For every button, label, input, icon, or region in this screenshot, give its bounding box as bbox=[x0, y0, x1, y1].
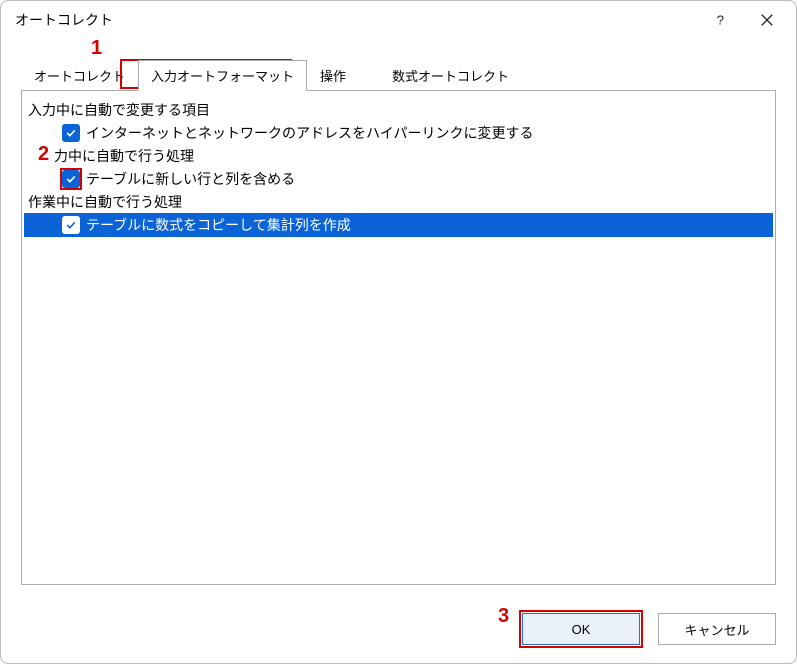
tab-actions[interactable]: 操作 bbox=[307, 60, 359, 91]
option-label: テーブルに数式をコピーして集計列を作成 bbox=[86, 215, 351, 235]
window-title: オートコレクト bbox=[15, 10, 698, 30]
cancel-button[interactable]: キャンセル bbox=[658, 613, 776, 645]
options-panel: 入力中に自動で変更する項目 インターネットとネットワークのアドレスをハイパーリン… bbox=[21, 90, 776, 585]
checkbox-include-rows-cols[interactable] bbox=[62, 170, 80, 188]
help-button[interactable]: ? bbox=[698, 4, 744, 36]
check-icon bbox=[65, 173, 77, 185]
help-icon: ? bbox=[714, 13, 728, 27]
close-button[interactable] bbox=[744, 4, 790, 36]
option-include-rows-cols[interactable]: テーブルに新しい行と列を含める bbox=[24, 167, 773, 191]
dialog-footer: 3 OK キャンセル bbox=[1, 599, 796, 663]
close-icon bbox=[760, 13, 774, 27]
tab-bar: オートコレクト 入力オートフォーマット 操作 数式オートコレクト bbox=[21, 61, 776, 91]
section-during-work: 作業中に自動で行う処理 bbox=[24, 191, 773, 213]
check-icon bbox=[65, 127, 77, 139]
ok-button[interactable]: OK bbox=[522, 613, 640, 645]
checkbox-copy-formulas[interactable] bbox=[62, 216, 80, 234]
titlebar: オートコレクト ? bbox=[1, 1, 796, 39]
option-copy-formulas[interactable]: テーブルに数式をコピーして集計列を作成 bbox=[24, 213, 773, 237]
option-hyperlinks[interactable]: インターネットとネットワークのアドレスをハイパーリンクに変更する bbox=[24, 121, 773, 145]
content-area: 1 オートコレクト 入力オートフォーマット 操作 数式オートコレクト 入力中に自… bbox=[1, 39, 796, 599]
checkbox-hyperlinks[interactable] bbox=[62, 124, 80, 142]
svg-text:?: ? bbox=[717, 13, 724, 27]
tab-autoformat[interactable]: 入力オートフォーマット bbox=[138, 60, 307, 91]
option-label: インターネットとネットワークのアドレスをハイパーリンクに変更する bbox=[86, 123, 533, 143]
annotation-marker-3: 3 bbox=[498, 605, 509, 628]
annotation-marker-1: 1 bbox=[91, 37, 102, 60]
tab-math-autocorrect[interactable]: 数式オートコレクト bbox=[379, 60, 522, 91]
check-icon bbox=[65, 219, 77, 231]
autocorrect-dialog: オートコレクト ? 1 オートコレクト 入力オートフォーマット 操作 数式オート… bbox=[0, 0, 797, 664]
section-change-items: 入力中に自動で変更する項目 bbox=[24, 99, 773, 121]
section-during-input: 力中に自動で行う処理 bbox=[24, 145, 773, 167]
tab-autocorrect[interactable]: オートコレクト bbox=[21, 60, 138, 91]
option-label: テーブルに新しい行と列を含める bbox=[86, 169, 295, 189]
